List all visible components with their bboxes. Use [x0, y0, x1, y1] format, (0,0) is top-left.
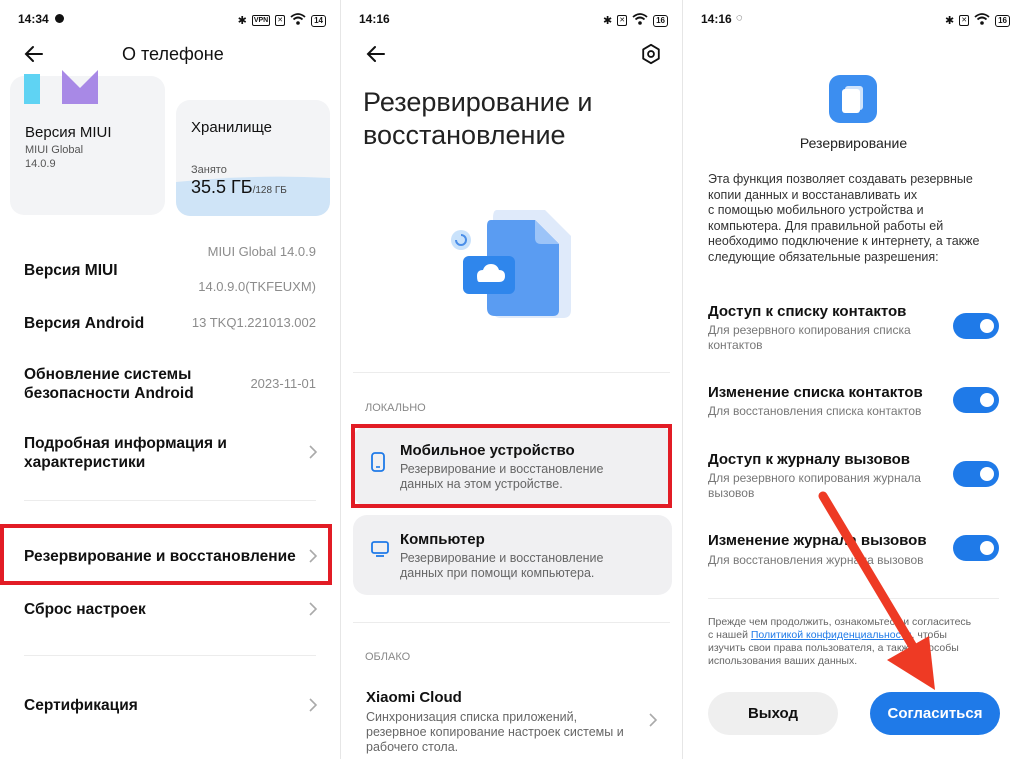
status-time: 14:16 — [359, 12, 390, 26]
computer-title: Компьютер — [400, 531, 485, 548]
xiaomi-cloud-desc: Синхронизация списка приложений, резервно… — [366, 710, 624, 754]
battery-icon: 14 — [311, 14, 326, 27]
row-detailed-info-title2: характеристики — [24, 454, 146, 471]
status-bar: 14:34 ✱ VPN ✕ 14 — [0, 10, 340, 30]
row-security-update-value: 2023-11-01 — [250, 376, 316, 391]
miui-card-line1: MIUI Global — [25, 144, 84, 156]
chevron-right-icon — [309, 698, 318, 712]
row-certification-title: Сертификация — [24, 697, 138, 714]
status-time: 14:34 — [18, 12, 49, 26]
miui-card-line2: 14.0.9 — [25, 158, 56, 170]
highlight-box — [351, 424, 672, 508]
xiaomi-cloud-option[interactable]: Xiaomi Cloud Синхронизация списка прилож… — [341, 680, 682, 759]
settings-gear-icon[interactable] — [640, 43, 662, 65]
row-miui-version-title: Версия MIUI — [24, 262, 118, 279]
computer-desc: Резервирование и восстановление данных пр… — [400, 551, 604, 580]
row-miui-version-value2: 14.0.9.0(TKFEUXM) — [198, 279, 316, 294]
monitor-icon — [371, 541, 389, 557]
row-android-version-value: 13 TKQ1.221013.002 — [191, 315, 316, 330]
battery-icon: 16 — [653, 14, 668, 27]
pointer-arrow-icon — [818, 491, 935, 690]
row-detailed-info-title1: Подробная информация и — [24, 435, 227, 452]
vpn-icon: VPN — [251, 15, 271, 26]
row-miui-version-value1: MIUI Global 14.0.9 — [207, 244, 316, 259]
page-title: Резервирование и восстановление — [363, 87, 593, 150]
computer-option[interactable]: Компьютер Резервирование и восстановлени… — [353, 515, 672, 595]
bluetooth-icon: ✱ — [603, 14, 613, 27]
status-bar: 14:16 ✱ ✕ 16 — [341, 10, 682, 30]
wifi-icon — [632, 13, 648, 28]
highlight-box — [0, 524, 332, 585]
backup-restore-screen: 14:16 ✱ ✕ 16 Резервирование и восстановл… — [341, 0, 682, 759]
backup-permissions-screen: 14:16 ◌ ✱ ✕ 16 Резервирование Эта функция… — [683, 0, 1024, 759]
storage-title: Хранилище — [191, 119, 272, 136]
chevron-right-icon — [309, 602, 318, 616]
backup-illustration-icon — [451, 210, 571, 318]
notification-icon — [55, 14, 64, 23]
divider — [353, 622, 670, 623]
divider — [24, 500, 316, 501]
chevron-right-icon — [309, 445, 318, 459]
miui-card-title: Версия MIUI — [25, 124, 112, 141]
divider — [24, 655, 316, 656]
section-local-label: ЛОКАЛЬНО — [365, 402, 426, 414]
divider — [353, 372, 670, 373]
chevron-right-icon — [649, 713, 658, 727]
no-sim-icon: ✕ — [275, 15, 286, 26]
storage-used-value: 35.5 ГБ/128 ГБ — [191, 177, 287, 197]
back-arrow-icon[interactable] — [364, 42, 388, 66]
no-sim-icon: ✕ — [617, 15, 628, 26]
section-cloud-label: ОБЛАКО — [365, 651, 411, 663]
row-factory-reset-title: Сброс настроек — [24, 601, 146, 618]
wifi-icon — [290, 13, 306, 28]
bluetooth-icon: ✱ — [237, 14, 247, 27]
back-arrow-icon[interactable] — [22, 42, 46, 66]
storage-used-label: Занято — [191, 164, 227, 176]
row-security-update-title2: безопасности Android — [24, 385, 194, 402]
page-title: О телефоне — [122, 44, 224, 64]
about-phone-screen: 14:34 ✱ VPN ✕ 14 О телефоне Версия MIUI … — [0, 0, 340, 759]
row-android-version-title: Версия Android — [24, 315, 145, 332]
miui-logo-icon — [24, 70, 98, 104]
storage-card[interactable] — [176, 100, 330, 216]
xiaomi-cloud-title: Xiaomi Cloud — [366, 689, 462, 706]
row-security-update-title1: Обновление системы — [24, 366, 192, 383]
